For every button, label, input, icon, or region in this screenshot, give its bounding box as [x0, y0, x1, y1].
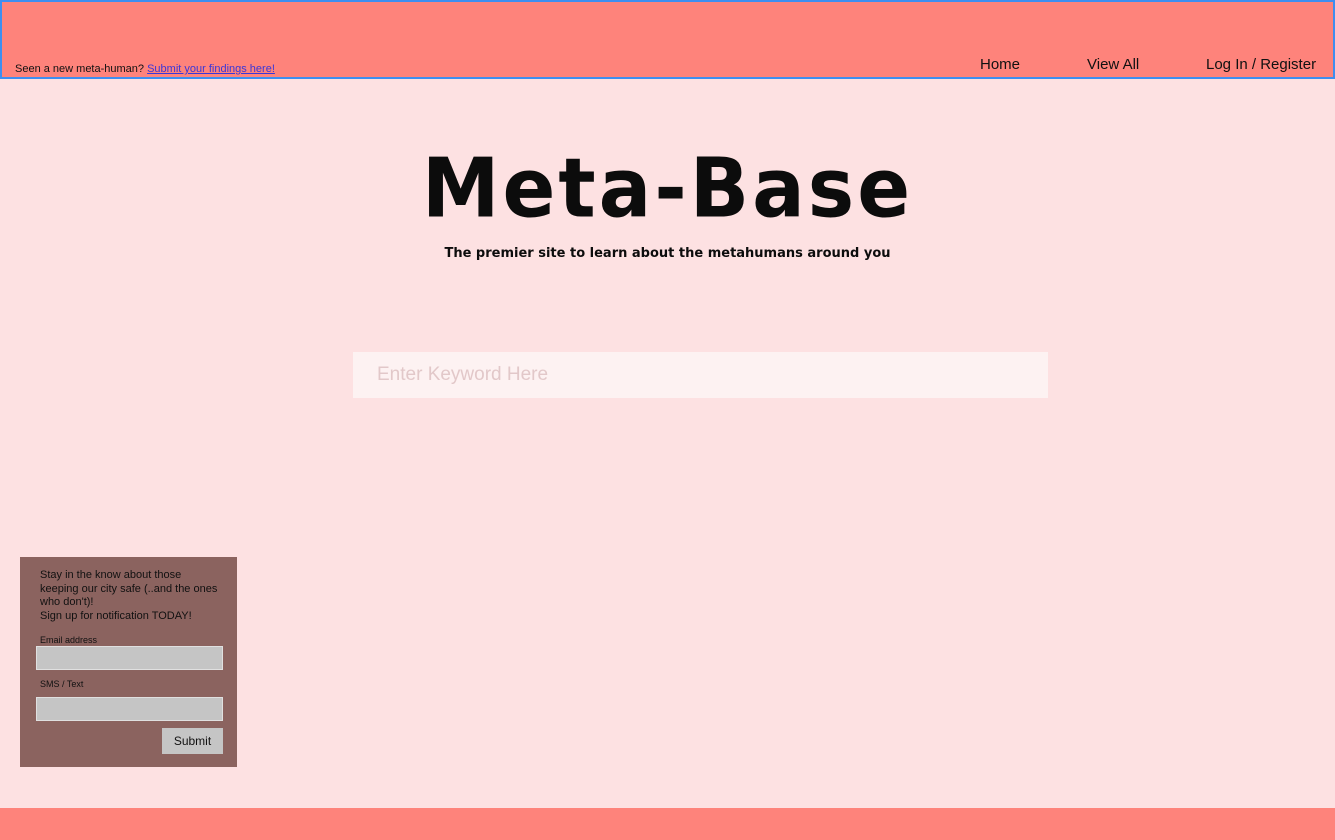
signup-call-to-action: Sign up for notification TODAY! — [40, 609, 192, 622]
signup-submit-button[interactable]: Submit — [162, 728, 223, 754]
signup-message-line: Stay in the know about those keeping our… — [40, 569, 218, 608]
top-bar: Seen a new meta-human? Submit your findi… — [0, 0, 1335, 79]
footer-bar — [0, 808, 1335, 840]
email-field[interactable] — [36, 646, 223, 670]
nav-view-all-link[interactable]: View All — [1087, 56, 1139, 73]
site-tagline: The premier site to learn about the meta… — [444, 246, 891, 261]
keyword-search-input[interactable] — [353, 352, 1048, 398]
nav-home-link[interactable]: Home — [980, 56, 1020, 73]
sms-label: SMS / Text — [40, 679, 84, 689]
notification-signup-panel: Stay in the know about those keeping our… — [20, 557, 237, 767]
submit-findings-note: Seen a new meta-human? Submit your findi… — [15, 63, 275, 75]
submit-findings-link[interactable]: Submit your findings here! — [147, 63, 275, 75]
signup-message: Stay in the know about those keeping our… — [40, 569, 220, 623]
submit-prompt-text: Seen a new meta-human? — [15, 63, 145, 75]
email-label: Email address — [40, 635, 98, 645]
site-title: Meta-Base — [421, 141, 914, 237]
nav-login-register-link[interactable]: Log In / Register — [1206, 56, 1316, 73]
sms-field[interactable] — [36, 697, 223, 721]
